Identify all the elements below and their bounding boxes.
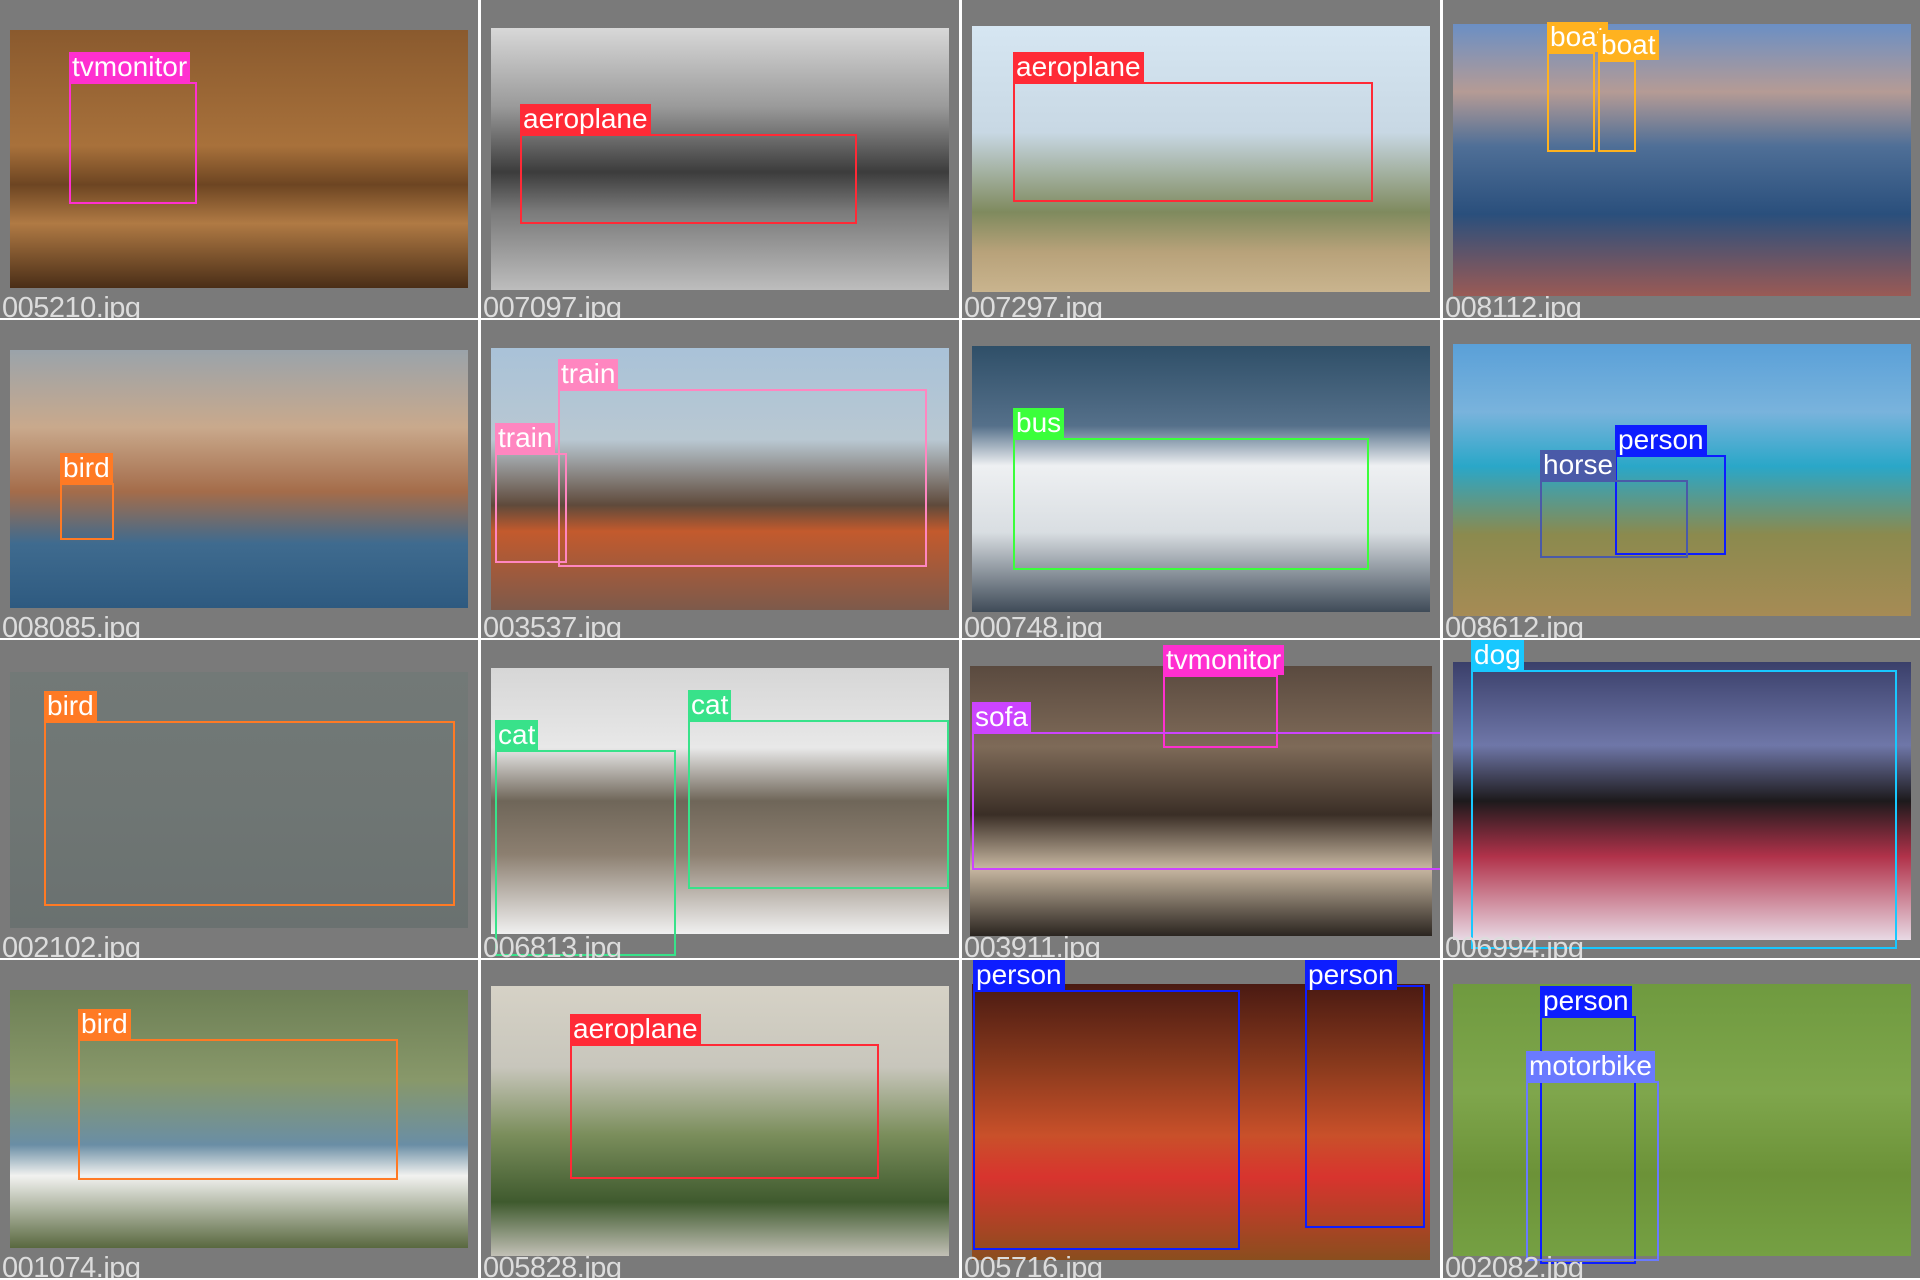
bounding-box [1305,985,1425,1228]
detection-photo [1453,984,1911,1256]
class-label: sofa [972,702,1031,732]
bounding-box [570,1044,879,1179]
bounding-box [558,389,927,567]
class-label: person [1305,960,1397,990]
class-label: person [1540,986,1632,1016]
class-label: tvmonitor [1163,645,1285,675]
image-filename: 000748.jpg [964,612,1103,638]
bounding-box [1547,52,1595,152]
class-label: motorbike [1526,1051,1655,1081]
class-label: aeroplane [570,1014,701,1044]
result-tile: dog 006994.jpg [1443,640,1920,958]
class-label: person [973,960,1065,990]
image-filename: 008112.jpg [1445,292,1582,318]
bounding-box [1598,60,1636,152]
class-label: bird [60,453,113,483]
result-tile: bird 002102.jpg [0,640,478,958]
result-tile: cat cat 006813.jpg [481,640,959,958]
image-filename: 005716.jpg [964,1252,1103,1278]
class-label: cat [495,720,539,750]
image-filename: 003537.jpg [483,612,622,638]
bounding-box [495,453,567,563]
bounding-box [495,750,676,956]
image-filename: 007097.jpg [483,292,622,318]
bounding-box [60,483,114,540]
bounding-box [69,82,197,204]
bounding-box [1013,82,1373,202]
result-tile: tvmonitor sofa 003911.jpg [962,640,1440,958]
image-filename: 001074.jpg [2,1252,141,1278]
bounding-box [1471,670,1897,949]
result-tile: bird 001074.jpg [0,960,478,1278]
result-tile: tvmonitor 005210.jpg [0,0,478,318]
bounding-box [973,990,1240,1250]
bounding-box [688,720,949,889]
class-label: dog [1471,640,1524,670]
result-tile: person person 005716.jpg [962,960,1440,1278]
class-label: boat [1598,30,1659,60]
class-label: horse [1540,450,1617,480]
result-tile: person motorbike 002082.jpg [1443,960,1920,1278]
bounding-box [44,721,455,906]
bounding-box [1013,438,1369,570]
result-tile: bus 000748.jpg [962,320,1440,638]
class-label: bird [78,1009,131,1039]
result-tile: person horse 008612.jpg [1443,320,1920,638]
image-filename: 008612.jpg [1445,612,1584,638]
class-label: tvmonitor [69,52,191,82]
class-label: aeroplane [1013,52,1144,82]
class-label: bird [44,691,97,721]
class-label: train [495,423,556,453]
result-tile: aeroplane 005828.jpg [481,960,959,1278]
result-tile: boat boat 008112.jpg [1443,0,1920,318]
image-filename: 005828.jpg [483,1252,622,1278]
result-tile: aeroplane 007297.jpg [962,0,1440,318]
image-filename: 008085.jpg [2,612,141,638]
image-filename: 002102.jpg [2,932,141,958]
bounding-box [78,1039,398,1180]
detection-photo [1453,24,1911,296]
class-label: bus [1013,408,1065,438]
image-filename: 003911.jpg [964,932,1101,958]
image-filename: 007297.jpg [964,292,1103,318]
bounding-box [1540,480,1688,558]
bounding-box [972,732,1440,870]
result-tile: train train 003537.jpg [481,320,959,638]
result-tile: aeroplane 007097.jpg [481,0,959,318]
bounding-box [1526,1081,1659,1261]
image-filename: 006813.jpg [483,932,622,958]
image-filename: 006994.jpg [1445,932,1584,958]
class-label: person [1615,425,1707,455]
image-filename: 002082.jpg [1445,1252,1584,1278]
detection-results-grid: tvmonitor 005210.jpg aeroplane 007097.jpg ae… [0,0,1920,1280]
class-label: cat [688,690,732,720]
class-label: aeroplane [520,104,651,134]
result-tile: bird 008085.jpg [0,320,478,638]
class-label: train [558,359,619,389]
image-filename: 005210.jpg [2,292,141,318]
bounding-box [520,134,857,224]
